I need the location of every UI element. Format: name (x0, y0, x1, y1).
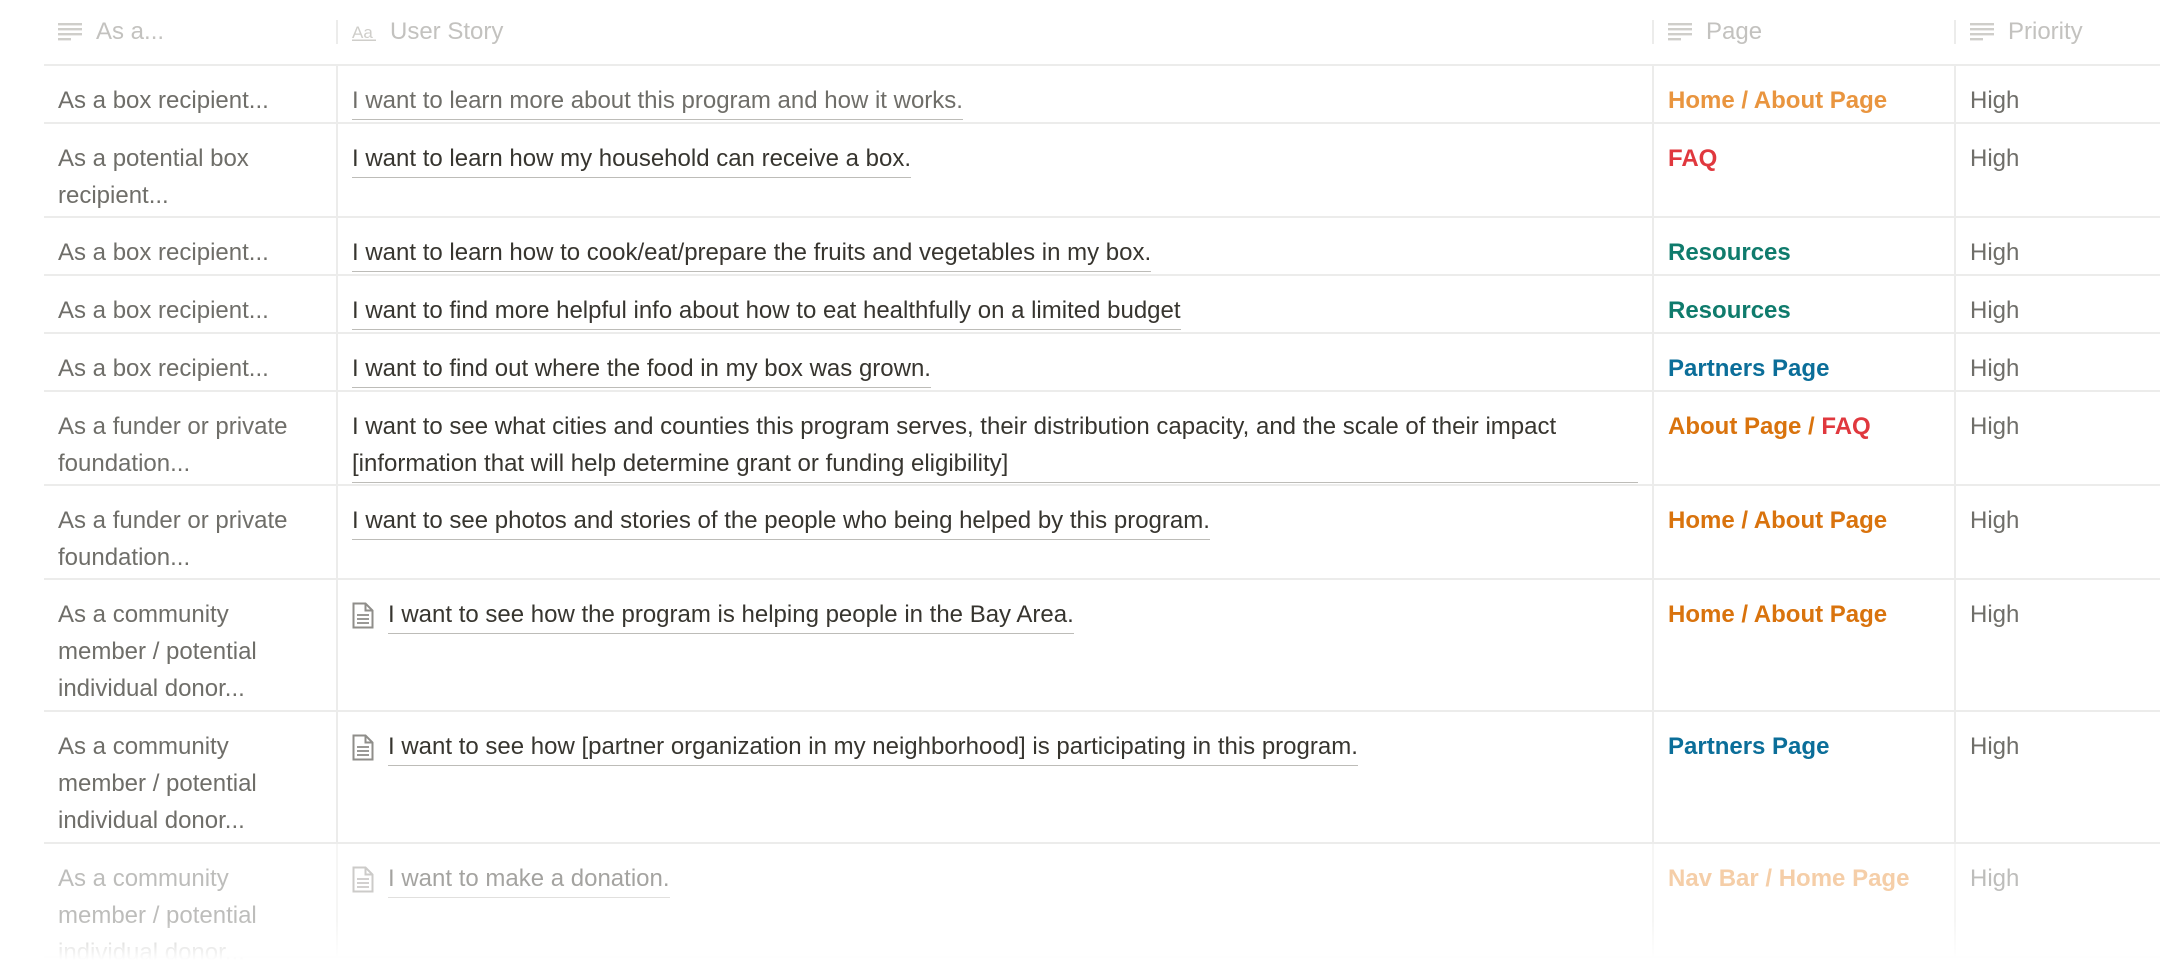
priority-cell[interactable]: High (1956, 334, 2160, 390)
as-a-cell[interactable]: As a community member / potential indivi… (44, 580, 336, 710)
column-header-as-label: As a... (96, 18, 165, 45)
column-header-page-label: Page (1706, 18, 1763, 45)
user-story-title[interactable]: I want to make a donation. (388, 860, 670, 898)
as-a-cell[interactable]: As a box recipient... (44, 218, 336, 274)
page-tag-segment: Resources (1668, 297, 1791, 324)
page-cell[interactable]: Partners Page (1654, 712, 1956, 842)
page-tag-segment: Resources (1668, 239, 1791, 266)
table-row[interactable]: As a funder or private foundation... I wa… (44, 486, 2160, 580)
user-story-title[interactable]: I want to find more helpful info about h… (352, 292, 1181, 330)
as-a-cell[interactable]: As a funder or private foundation... (44, 392, 336, 484)
page-tag-segment: Home / About Page (1668, 507, 1888, 534)
user-story-cell[interactable]: I want to find more helpful info about h… (336, 276, 1654, 332)
user-story-title[interactable]: I want to find out where the food in my … (352, 350, 931, 388)
page-tag-segment: Partners Page (1668, 733, 1830, 760)
priority-cell[interactable]: High (1956, 580, 2160, 710)
table-row[interactable]: As a box recipient... I want to find more… (44, 276, 2160, 334)
table-header: As a... Aa User Story Page Priority (44, 0, 2160, 66)
page-tag-segment: FAQ (1668, 145, 1718, 172)
user-story-cell[interactable]: I want to see how the program is helping… (336, 580, 1654, 710)
page-cell[interactable]: Partners Page (1654, 334, 1956, 390)
document-icon (352, 734, 374, 761)
page-tag-segment: / (1801, 413, 1822, 440)
table-row[interactable]: As a box recipient... I want to learn mor… (44, 66, 2160, 124)
user-story-title[interactable]: I want to see how the program is helping… (388, 596, 1074, 634)
table-row[interactable]: As a community member / potential indivi… (44, 712, 2160, 844)
column-header-story[interactable]: Aa User Story (336, 20, 1654, 44)
document-icon (352, 602, 374, 629)
column-header-page[interactable]: Page (1654, 20, 1956, 44)
page-tag-segment: Home / About Page (1668, 601, 1888, 628)
priority-cell[interactable]: High (1956, 276, 2160, 332)
page-tag-segment: FAQ (1821, 413, 1871, 440)
as-a-cell[interactable]: As a box recipient... (44, 276, 336, 332)
bottom-fade (0, 920, 2160, 970)
page-tag-segment: About Page (1668, 413, 1802, 440)
table-row[interactable]: As a funder or private foundation... I wa… (44, 392, 2160, 486)
as-a-cell[interactable]: As a potential box recipient... (44, 124, 336, 216)
title-aa-icon: Aa (352, 23, 376, 41)
priority-cell[interactable]: High (1956, 392, 2160, 484)
as-a-cell[interactable]: As a box recipient... (44, 66, 336, 122)
user-story-cell[interactable]: I want to learn how my household can rec… (336, 124, 1654, 216)
column-header-as[interactable]: As a... (44, 20, 336, 44)
page-tag-segment: Partners Page (1668, 355, 1830, 382)
user-story-title[interactable]: I want to see photos and stories of the … (352, 502, 1210, 540)
as-a-cell[interactable]: As a box recipient... (44, 334, 336, 390)
page-cell[interactable]: Home / About Page (1654, 66, 1956, 122)
user-story-cell[interactable]: I want to find out where the food in my … (336, 334, 1654, 390)
user-story-cell[interactable]: I want to see how [partner organization … (336, 712, 1654, 842)
text-lines-icon (1970, 23, 1994, 41)
text-lines-icon (1668, 23, 1692, 41)
as-a-cell[interactable]: As a funder or private foundation... (44, 486, 336, 578)
user-story-title[interactable]: I want to learn how to cook/eat/prepare … (352, 234, 1152, 272)
page-tag-segment: Home / About Page (1668, 87, 1888, 114)
user-story-title[interactable]: I want to see what cities and counties t… (352, 408, 1638, 483)
user-story-cell[interactable]: I want to learn how to cook/eat/prepare … (336, 218, 1654, 274)
svg-text:Aa: Aa (352, 23, 373, 41)
text-lines-icon (58, 23, 82, 41)
page-cell[interactable]: Home / About Page (1654, 486, 1956, 578)
page-cell[interactable]: Resources (1654, 218, 1956, 274)
document-icon (352, 866, 374, 893)
priority-cell[interactable]: High (1956, 124, 2160, 216)
priority-cell[interactable]: High (1956, 712, 2160, 842)
column-header-priority-label: Priority (2008, 18, 2083, 45)
table-row[interactable]: As a box recipient... I want to find out … (44, 334, 2160, 392)
as-a-cell[interactable]: As a community member / potential indivi… (44, 712, 336, 842)
user-story-title[interactable]: I want to learn how my household can rec… (352, 140, 911, 178)
column-header-story-label: User Story (390, 18, 504, 45)
page-cell[interactable]: About Page / FAQ (1654, 392, 1956, 484)
table-row[interactable]: As a community member / potential indivi… (44, 580, 2160, 712)
user-story-title[interactable]: I want to see how [partner organization … (388, 728, 1358, 766)
page-cell[interactable]: FAQ (1654, 124, 1956, 216)
table-body: As a box recipient... I want to learn mor… (44, 66, 2160, 966)
user-story-cell[interactable]: I want to learn more about this program … (336, 66, 1654, 122)
table-row[interactable]: As a potential box recipient... I want to… (44, 124, 2160, 218)
user-stories-table: As a... Aa User Story Page Priority As a… (44, 0, 2160, 966)
priority-cell[interactable]: High (1956, 486, 2160, 578)
user-story-title[interactable]: I want to learn more about this program … (352, 82, 963, 120)
column-header-priority[interactable]: Priority (1956, 20, 2160, 44)
table-row[interactable]: As a box recipient... I want to learn how… (44, 218, 2160, 276)
user-story-cell[interactable]: I want to see what cities and counties t… (336, 392, 1654, 484)
page-cell[interactable]: Home / About Page (1654, 580, 1956, 710)
page-tag-segment: Nav Bar / Home Page (1668, 865, 1910, 892)
page-cell[interactable]: Resources (1654, 276, 1956, 332)
user-story-cell[interactable]: I want to see photos and stories of the … (336, 486, 1654, 578)
priority-cell[interactable]: High (1956, 218, 2160, 274)
priority-cell[interactable]: High (1956, 66, 2160, 122)
